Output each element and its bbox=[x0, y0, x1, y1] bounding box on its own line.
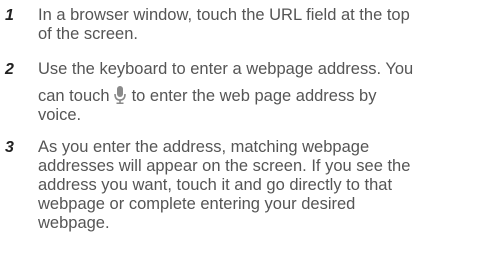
microphone-icon bbox=[113, 86, 126, 104]
step-number: 3 bbox=[5, 139, 14, 156]
step-text: Use the keyboard to enter a webpage addr… bbox=[38, 60, 496, 125]
step-text-line: webpage or complete entering your desire… bbox=[38, 195, 356, 213]
step-text-line: addresses will appear on the screen. If … bbox=[38, 157, 411, 175]
step-text-line: In a browser window, touch the URL field… bbox=[38, 6, 410, 24]
step-text-line: Use the keyboard to enter a webpage addr… bbox=[38, 60, 414, 78]
step-text-line: address you want, touch it and go direct… bbox=[38, 176, 393, 194]
step-text: As you enter the address, matching webpa… bbox=[38, 138, 496, 233]
step-number: 1 bbox=[5, 7, 14, 24]
step-number: 2 bbox=[5, 61, 14, 78]
step-text-line: can touch to enter the web page address … bbox=[38, 86, 496, 106]
step-text-fragment: to enter the web page address by bbox=[131, 87, 377, 105]
step-text: In a browser window, touch the URL field… bbox=[38, 6, 496, 44]
step-text-line: voice. bbox=[38, 106, 82, 124]
step-text-line: of the screen. bbox=[38, 25, 138, 43]
step-text-fragment: can touch bbox=[38, 87, 110, 105]
step-text-line: As you enter the address, matching webpa… bbox=[38, 138, 370, 156]
step-text-line: webpage. bbox=[38, 214, 110, 232]
